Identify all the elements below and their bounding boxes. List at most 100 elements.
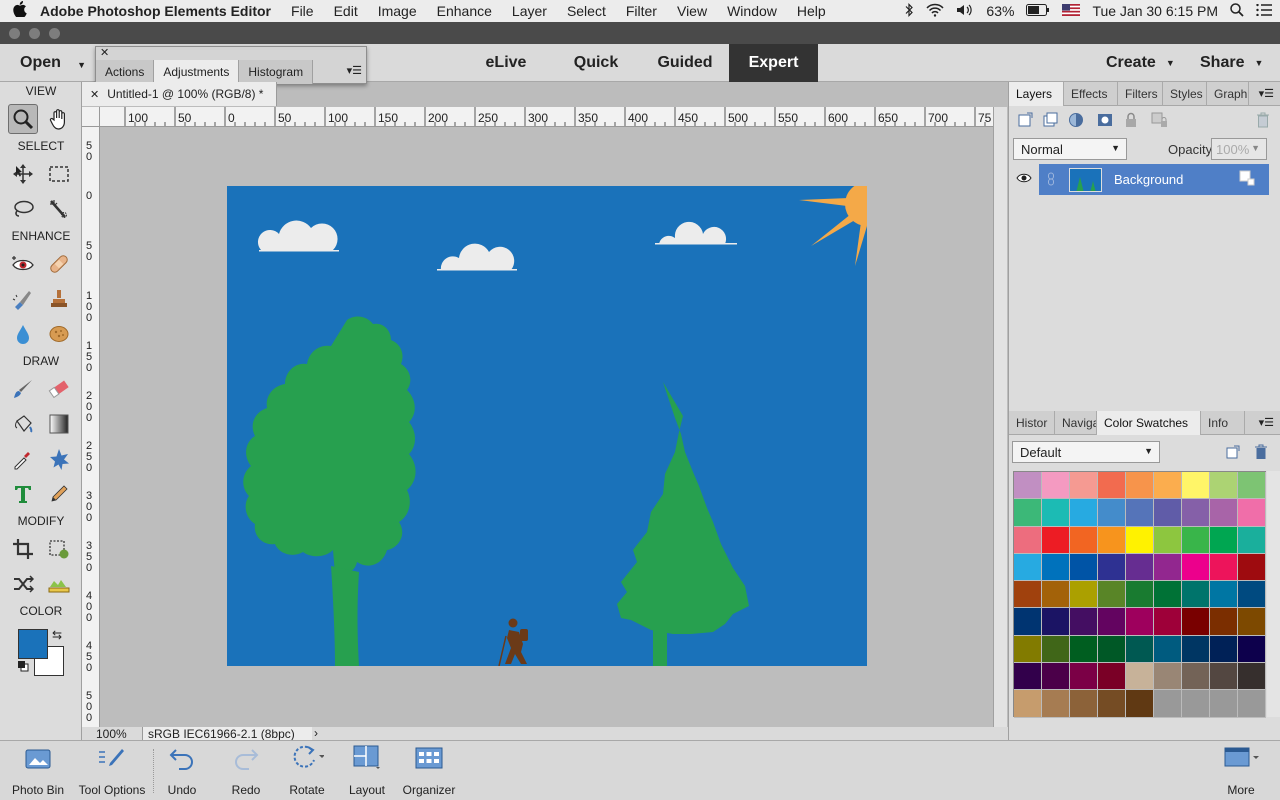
layer-mask-icon[interactable] <box>1095 110 1115 130</box>
pencil-tool-icon[interactable] <box>44 479 74 509</box>
zoom-level[interactable]: 100% <box>96 727 127 741</box>
color-swatch[interactable] <box>1042 526 1070 554</box>
color-swatch[interactable] <box>1098 499 1126 527</box>
color-swatch[interactable] <box>1126 526 1154 554</box>
vertical-ruler[interactable]: 5 0 0 5 0 1 0 0 1 5 0 2 0 0 2 5 0 3 0 0 … <box>82 127 100 727</box>
hand-tool-icon[interactable] <box>44 104 74 134</box>
foreground-color-swatch[interactable] <box>18 629 48 659</box>
color-swatch[interactable] <box>1014 663 1042 691</box>
color-swatch[interactable] <box>1182 499 1210 527</box>
redo-button[interactable]: Redo <box>224 741 268 800</box>
color-swatch[interactable] <box>1182 553 1210 582</box>
color-swatch[interactable] <box>1238 526 1266 554</box>
new-layer-icon[interactable] <box>1015 110 1035 130</box>
color-swatch[interactable] <box>1098 635 1126 664</box>
close-document-icon[interactable]: ✕ <box>90 88 99 101</box>
color-swatch[interactable] <box>1154 663 1182 691</box>
zoom-tool-icon[interactable] <box>8 104 38 134</box>
sponge-tool-icon[interactable] <box>44 319 74 349</box>
color-swatch[interactable] <box>1098 526 1126 554</box>
apple-menu-icon[interactable] <box>0 1 40 21</box>
color-swatch[interactable] <box>1238 472 1266 500</box>
move-tool-icon[interactable] <box>8 159 38 189</box>
color-swatch[interactable] <box>1238 499 1266 527</box>
tab-elive[interactable]: eLive <box>466 44 546 82</box>
color-swatch[interactable] <box>1238 635 1266 664</box>
horizontal-ruler[interactable]: 100 50 0 50 100 150 200 250 300 350 400 … <box>100 107 993 127</box>
eraser-tool-icon[interactable] <box>44 374 74 404</box>
color-swatch[interactable] <box>1014 526 1042 554</box>
color-swatch[interactable] <box>1210 608 1238 636</box>
color-swatch[interactable] <box>1014 472 1042 500</box>
color-swatch[interactable] <box>1126 553 1154 582</box>
color-swatch[interactable] <box>1098 663 1126 691</box>
swatches-panel-menu-icon[interactable]: ▾☰ <box>1259 416 1274 429</box>
blend-mode-select[interactable]: Normal ▼ <box>1013 138 1127 160</box>
volume-icon[interactable] <box>956 3 974 20</box>
color-swatch[interactable] <box>1070 526 1098 554</box>
adjustment-layer-icon[interactable] <box>1067 110 1087 130</box>
color-swatch[interactable] <box>1210 663 1238 691</box>
bluetooth-icon[interactable] <box>904 2 914 20</box>
color-swatch[interactable] <box>1238 553 1266 582</box>
tab-history[interactable]: Histor <box>1009 411 1055 435</box>
delete-swatch-icon[interactable] <box>1251 442 1271 462</box>
layer-link-icon[interactable] <box>1047 172 1055 189</box>
clock[interactable]: Tue Jan 30 6:15 PM <box>1092 3 1218 19</box>
color-swatch[interactable] <box>1070 553 1098 582</box>
color-swatch[interactable] <box>1098 581 1126 609</box>
lasso-tool-icon[interactable] <box>8 194 38 224</box>
color-swatch[interactable] <box>1126 635 1154 664</box>
tab-guided[interactable]: Guided <box>645 44 725 82</box>
color-swatch[interactable] <box>1042 472 1070 500</box>
color-swatch[interactable] <box>1210 553 1238 582</box>
color-swatch[interactable] <box>1154 499 1182 527</box>
color-swatch[interactable] <box>1070 635 1098 664</box>
color-swatch[interactable] <box>1182 581 1210 609</box>
layers-panel-menu-icon[interactable]: ▾☰ <box>1259 87 1274 100</box>
color-swatch[interactable] <box>1210 526 1238 554</box>
tab-actions[interactable]: Actions <box>96 60 155 84</box>
color-swatch[interactable] <box>1098 553 1126 582</box>
new-swatch-icon[interactable] <box>1223 442 1243 462</box>
color-swatch[interactable] <box>1042 663 1070 691</box>
clone-stamp-tool-icon[interactable] <box>44 284 74 314</box>
more-button[interactable]: More <box>1218 741 1264 800</box>
color-swatch[interactable] <box>1154 472 1182 500</box>
color-swatch[interactable] <box>1042 581 1070 609</box>
vertical-scrollbar[interactable] <box>993 107 1007 727</box>
menu-edit[interactable]: Edit <box>324 3 368 19</box>
new-group-icon[interactable] <box>1041 110 1061 130</box>
quick-selection-tool-icon[interactable] <box>44 194 74 224</box>
flag-icon[interactable] <box>1062 3 1081 19</box>
color-swatch[interactable] <box>1210 472 1238 500</box>
panel-menu-icon[interactable]: ▾☰ <box>347 64 362 77</box>
recompose-tool-icon[interactable] <box>44 534 74 564</box>
tab-color-swatches[interactable]: Color Swatches <box>1097 411 1201 435</box>
tool-options-button[interactable]: Tool Options <box>74 741 150 800</box>
color-swatch[interactable] <box>1070 581 1098 609</box>
color-swatch[interactable] <box>1014 635 1042 664</box>
minimize-window-button[interactable] <box>29 28 40 39</box>
opacity-input[interactable]: 100% ▼ <box>1211 138 1267 160</box>
lock-transparency-icon[interactable] <box>1149 110 1169 130</box>
color-swatch[interactable] <box>1070 608 1098 636</box>
color-swatch[interactable] <box>1154 581 1182 609</box>
zoom-window-button[interactable] <box>49 28 60 39</box>
ruler-origin[interactable] <box>82 107 100 127</box>
color-swatch[interactable] <box>1014 499 1042 527</box>
open-button[interactable]: Open ▼ <box>0 44 94 82</box>
app-name[interactable]: Adobe Photoshop Elements Editor <box>40 3 271 19</box>
color-swatch[interactable] <box>1154 526 1182 554</box>
color-swatch[interactable] <box>1098 608 1126 636</box>
gradient-tool-icon[interactable] <box>44 409 74 439</box>
healing-brush-tool-icon[interactable] <box>44 249 74 279</box>
menu-image[interactable]: Image <box>368 3 427 19</box>
menu-help[interactable]: Help <box>787 3 836 19</box>
brush-tool-icon[interactable] <box>8 374 38 404</box>
color-swatch[interactable] <box>1014 608 1042 636</box>
document-tab[interactable]: ✕ Untitled-1 @ 100% (RGB/8) * <box>82 82 277 106</box>
tab-navigator[interactable]: Naviga <box>1055 411 1097 435</box>
open-caret-icon[interactable]: ▼ <box>77 60 86 70</box>
color-swatch[interactable] <box>1070 663 1098 691</box>
